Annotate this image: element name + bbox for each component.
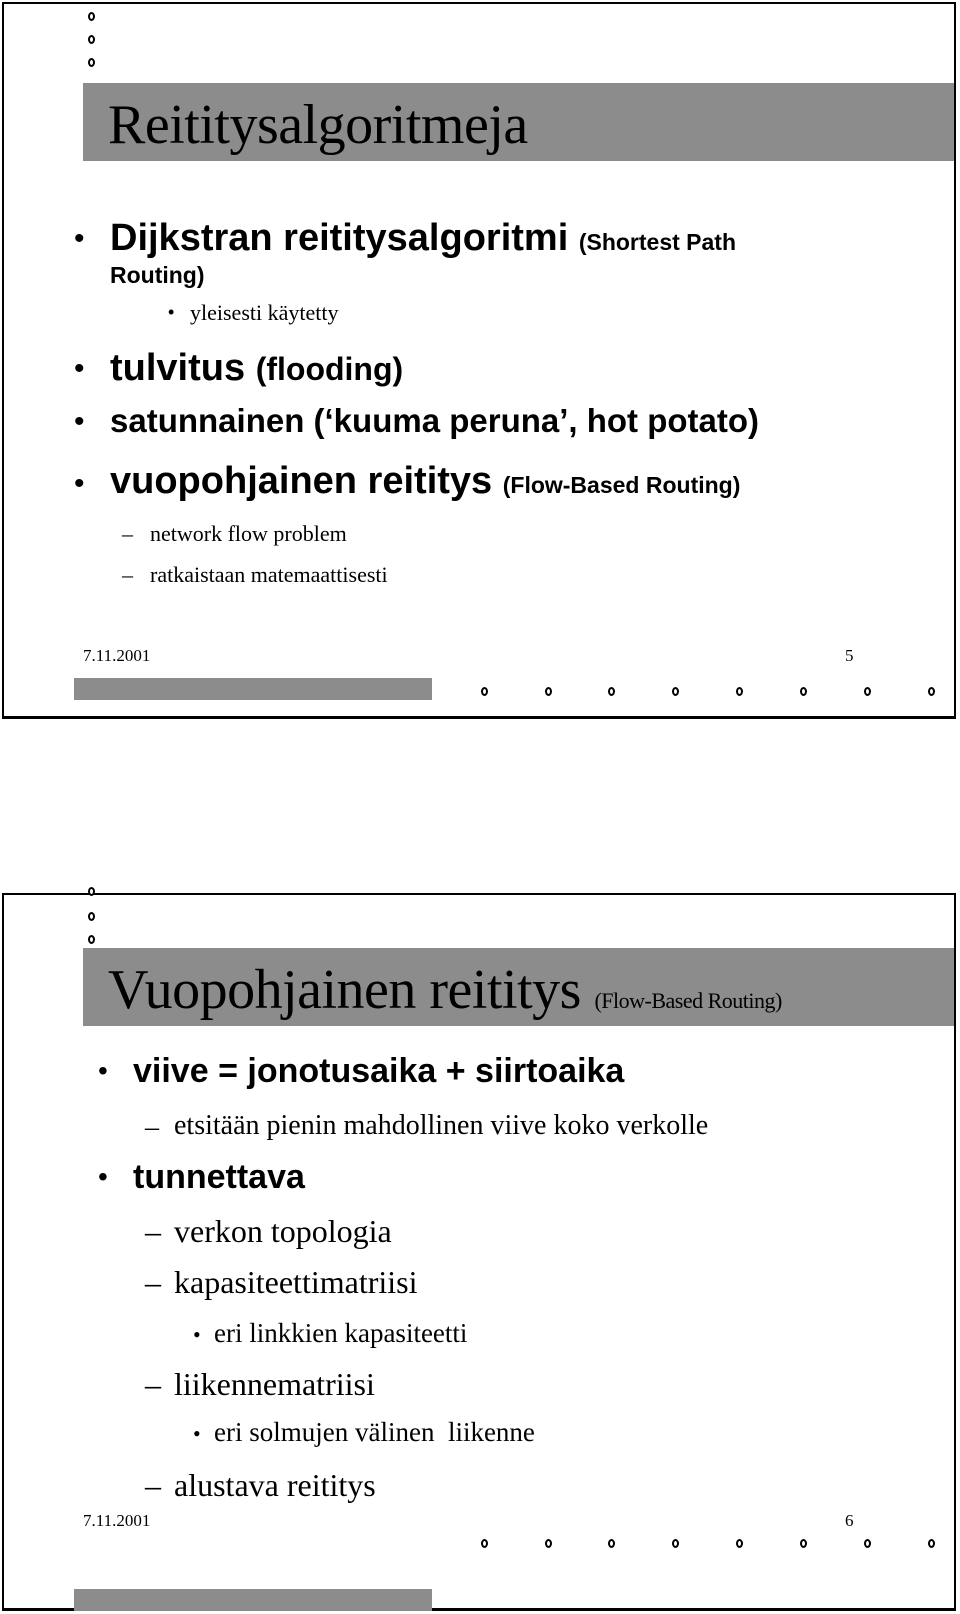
page-number: 5: [845, 646, 854, 665]
decorative-circle-icon: [672, 1539, 679, 1548]
list-item: vuopohjainen reititys (Flow-Based Routin…: [110, 460, 740, 503]
list-item: alustava reititys: [174, 1467, 376, 1503]
dash-icon: –: [145, 1467, 161, 1503]
decorative-circle-icon: [928, 1539, 935, 1548]
footer-bar: [74, 1589, 432, 1611]
bullet-icon: •: [193, 1322, 201, 1347]
decorative-circle-icon: [88, 58, 95, 67]
bullet-icon: •: [168, 302, 175, 322]
decorative-circle-icon: [88, 35, 95, 44]
item-aside: (Flow-Based Routing): [502, 472, 741, 498]
title-subtitle: (Flow-Based Routing): [594, 988, 782, 1013]
list-item: verkon topologia: [174, 1213, 392, 1249]
bullet-icon: •: [98, 1055, 108, 1086]
title-band: Reititysalgoritmeja: [83, 83, 954, 161]
footer-date: 7.11.2001: [83, 646, 151, 665]
list-item: tulvitus (flooding): [110, 347, 403, 390]
list-item: etsitään pienin mahdollinen viive koko v…: [174, 1110, 709, 1141]
decorative-circle-icon: [608, 1539, 615, 1548]
decorative-circle-icon: [481, 687, 488, 696]
dash-icon: –: [122, 521, 133, 546]
decorative-circle-icon: [928, 687, 935, 696]
decorative-circle-icon: [864, 687, 871, 696]
decorative-circle-icon: [88, 935, 95, 944]
list-item: kapasiteettimatriisi: [174, 1264, 418, 1300]
footer-date: 7.11.2001: [83, 1511, 151, 1530]
bullet-icon: •: [74, 405, 85, 438]
decorative-circle-icon: [545, 687, 552, 696]
bullet-icon: •: [74, 467, 85, 500]
bullet-icon: •: [193, 1421, 201, 1446]
decorative-circle-icon: [481, 1539, 488, 1548]
decorative-circle-icon: [800, 1539, 807, 1548]
bullet-icon: •: [74, 222, 85, 255]
dash-icon: –: [145, 1264, 161, 1300]
list-item: viive = jonotusaika + siirtoaika: [133, 1052, 625, 1090]
slide-6: Vuopohjainen reititys (Flow-Based Routin…: [2, 887, 956, 1611]
item-aside: (Shortest Path: [578, 229, 736, 255]
list-item: eri linkkien kapasiteetti: [214, 1318, 468, 1348]
footer-bar: [74, 678, 432, 700]
decorative-circle-icon: [736, 687, 743, 696]
list-item: liikennematriisi: [174, 1366, 375, 1402]
list-item: Dijkstran reititysalgoritmi (Shortest Pa…: [110, 217, 736, 260]
decorative-circle-icon: [88, 12, 95, 21]
page-number: 6: [845, 1511, 854, 1530]
item-text: vuopohjainen reititys: [110, 460, 493, 502]
list-item: tunnettava: [133, 1158, 305, 1196]
item-text: tulvitus: [110, 347, 246, 389]
decorative-circle-icon: [864, 1539, 871, 1548]
decorative-circle-icon: [800, 687, 807, 696]
decorative-circle-icon: [545, 1539, 552, 1548]
decorative-circle-icon: [672, 687, 679, 696]
slide-title: Vuopohjainen reititys (Flow-Based Routin…: [108, 958, 782, 1022]
decorative-circle-icon: [88, 912, 95, 921]
title-main: Vuopohjainen reititys: [108, 959, 581, 1021]
slide-5: Reititysalgoritmeja • Dijkstran reititys…: [2, 2, 956, 719]
decorative-circle-icon: [88, 887, 95, 896]
decorative-circle-icon: [608, 687, 615, 696]
bullet-icon: •: [98, 1161, 108, 1192]
slide-title: Reititysalgoritmeja: [108, 94, 528, 156]
dash-icon: –: [145, 1366, 161, 1402]
decorative-circle-icon: [736, 1539, 743, 1548]
list-item: network flow problem: [150, 521, 347, 546]
item-aside-continued: Routing): [110, 262, 205, 288]
item-aside: (flooding): [255, 351, 404, 387]
list-item: ratkaistaan matemaattisesti: [150, 562, 388, 587]
title-band: Vuopohjainen reititys (Flow-Based Routin…: [83, 948, 954, 1026]
list-item: satunnainen (‘kuuma peruna’, hot potato): [110, 402, 760, 439]
item-text: Dijkstran reititysalgoritmi: [110, 217, 569, 259]
bullet-icon: •: [74, 352, 85, 385]
list-item: eri solmujen välinen liikenne: [214, 1417, 535, 1447]
list-item: yleisesti käytetty: [190, 300, 339, 325]
dash-icon: –: [145, 1213, 161, 1249]
dash-icon: –: [122, 562, 133, 587]
dash-icon: –: [145, 1112, 159, 1143]
